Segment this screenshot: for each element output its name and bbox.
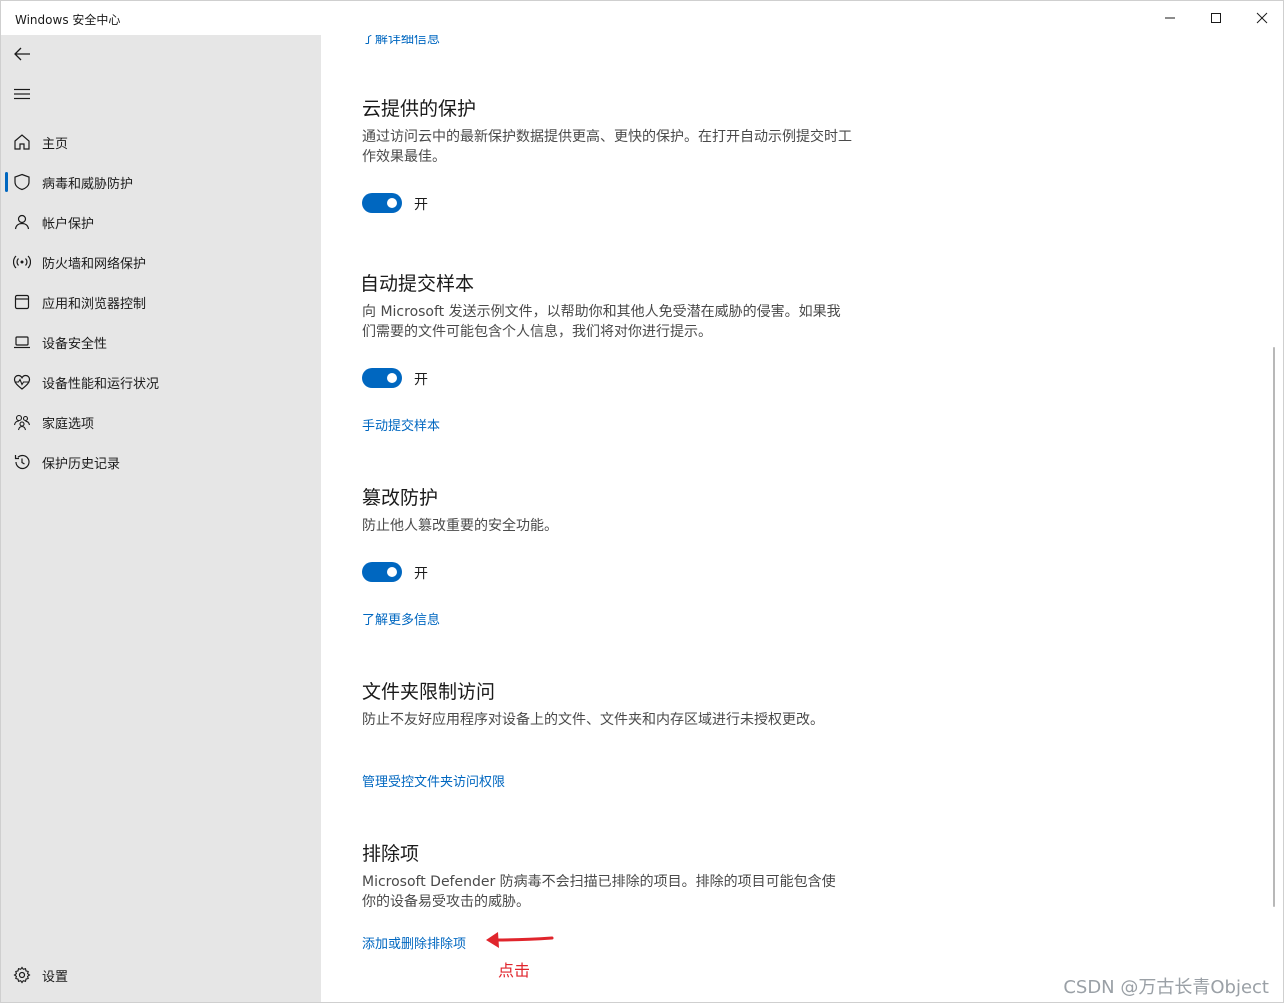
sidebar-item-device-security[interactable]: 设备安全性: [1, 324, 321, 360]
settings-label: 设置: [42, 970, 69, 985]
red-arrow-annotation: [486, 932, 554, 948]
sidebar-item-label: 应用和浏览器控制: [42, 297, 147, 312]
window-title: Windows 安全中心: [15, 13, 121, 27]
cloud-protection-desc: 通过访问云中的最新保护数据提供更高、更快的保护。在打开自动示例提交时工作效果最佳…: [362, 129, 852, 165]
sidebar-item-firewall[interactable]: 防火墙和网络保护: [1, 244, 321, 280]
sidebar-item-label: 防火墙和网络保护: [42, 257, 147, 272]
sidebar-item-home[interactable]: 主页: [1, 124, 321, 160]
family-icon: [13, 414, 31, 431]
tamper-protection-desc: 防止他人篡改重要的安全功能。: [362, 518, 558, 534]
close-button[interactable]: [1239, 1, 1284, 35]
folder-access-desc: 防止不友好应用程序对设备上的文件、文件夹和内存区域进行未授权更改。: [362, 712, 824, 728]
manual-submit-link[interactable]: 手动提交样本: [362, 415, 440, 434]
laptop-icon: [14, 336, 30, 349]
sidebar-item-virus-protection[interactable]: 病毒和威胁防护: [1, 164, 321, 200]
sidebar-item-history[interactable]: 保护历史记录: [1, 444, 321, 480]
close-icon: [1256, 12, 1268, 24]
person-icon: [14, 214, 30, 230]
main-content: 了解详细信息 云提供的保护 通过访问云中的最新保护数据提供更高、更快的保护。在打…: [322, 35, 1283, 1002]
title-bar: Windows 安全中心: [1, 1, 1283, 35]
sidebar: 主页 病毒和威胁防护 帐户保护 防火墙和网络保护 应用和浏览器控制 设备安全性 …: [1, 35, 321, 1002]
learn-more-link[interactable]: 了解更多信息: [362, 609, 440, 628]
home-icon: [14, 134, 30, 150]
sample-submission-title: 自动提交样本: [360, 273, 475, 295]
sidebar-item-label: 主页: [42, 137, 69, 152]
folder-access-title: 文件夹限制访问: [362, 681, 496, 703]
sidebar-item-device-performance[interactable]: 设备性能和运行状况: [1, 364, 321, 400]
browser-icon: [14, 294, 30, 310]
tamper-protection-toggle[interactable]: [362, 562, 402, 582]
sidebar-item-family[interactable]: 家庭选项: [1, 404, 321, 440]
watermark: CSDN @万古长青Object: [1063, 977, 1269, 998]
exclusions-title: 排除项: [362, 843, 420, 865]
exclusions-desc: Microsoft Defender 防病毒不会扫描已排除的项目。排除的项目可能…: [362, 874, 836, 910]
app-window: Windows 安全中心 主页 病毒和威胁防护 帐户保护 防火墙和网络保护 应用…: [0, 0, 1284, 1003]
sample-submission-toggle-label: 开: [414, 372, 428, 388]
cloud-protection-title: 云提供的保护: [362, 98, 477, 120]
sidebar-item-label: 帐户保护: [42, 217, 95, 232]
shield-icon: [14, 173, 30, 191]
hamburger-icon: [14, 88, 30, 100]
sample-submission-toggle[interactable]: [362, 368, 402, 388]
minimize-icon: [1165, 17, 1175, 19]
sidebar-item-label: 病毒和威胁防护: [42, 177, 134, 192]
add-remove-exclusions-link[interactable]: 添加或删除排除项: [362, 933, 466, 952]
sidebar-item-settings[interactable]: 设置: [1, 957, 321, 993]
sample-submission-desc: 向 Microsoft 发送示例文件，以帮助你和其他人免受潜在威胁的侵害。如果我…: [362, 304, 841, 340]
sidebar-item-label: 保护历史记录: [42, 457, 121, 472]
tamper-protection-toggle-label: 开: [414, 566, 428, 582]
gear-icon: [13, 966, 31, 984]
minimize-button[interactable]: [1147, 1, 1193, 35]
heart-icon: [13, 374, 31, 390]
sidebar-item-label: 家庭选项: [42, 417, 95, 432]
sidebar-item-label: 设备性能和运行状况: [42, 377, 160, 392]
cloud-protection-toggle-label: 开: [414, 197, 428, 213]
scrollbar[interactable]: [1273, 347, 1275, 907]
menu-button[interactable]: [9, 81, 35, 107]
maximize-button[interactable]: [1193, 1, 1239, 35]
sidebar-item-account[interactable]: 帐户保护: [1, 204, 321, 240]
back-button[interactable]: [9, 41, 35, 67]
history-icon: [14, 454, 30, 470]
maximize-icon: [1211, 13, 1221, 23]
learn-more-top-link[interactable]: 了解详细信息: [362, 35, 440, 47]
back-arrow-icon: [14, 47, 30, 61]
manage-folder-access-link[interactable]: 管理受控文件夹访问权限: [362, 771, 505, 790]
wifi-icon: [13, 255, 31, 269]
sidebar-item-label: 设备安全性: [42, 337, 108, 352]
cloud-protection-toggle[interactable]: [362, 193, 402, 213]
sidebar-item-app-browser[interactable]: 应用和浏览器控制: [1, 284, 321, 320]
click-annotation: 点击: [498, 961, 531, 980]
tamper-protection-title: 篡改防护: [362, 487, 439, 509]
